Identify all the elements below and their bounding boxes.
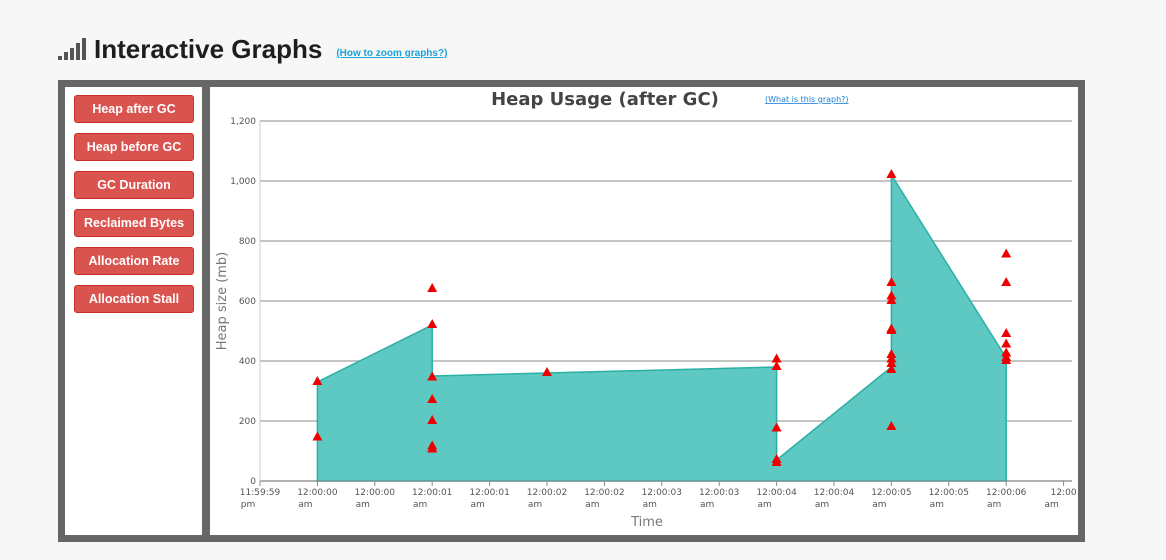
y-tick-label: 600 [239,297,256,307]
gc-marker [1001,248,1012,258]
x-tick-label: 12:00:05 [871,488,911,498]
page-title: Interactive Graphs [94,34,323,64]
y-tick-label: 200 [239,417,256,427]
x-tick-period: am [413,500,427,510]
x-tick-label: 12:00:01 [412,488,452,498]
y-axis-title: Heap size (mb) [215,252,230,351]
x-tick-label: 11:59:59 [240,488,281,498]
allocation-stall-button[interactable]: Allocation Stall [74,285,194,313]
y-axis-ticks: 0 200 400 600 800 1,000 1,200 [230,117,256,487]
x-tick-label: 12:00:04 [814,488,855,498]
heap-before-gc-button[interactable]: Heap before GC [74,133,194,161]
x-tick-label: 12:00:06 [986,488,1027,498]
y-tick-label: 1,000 [230,177,256,187]
chart-help-link[interactable]: (What is this graph?) [765,95,849,104]
gc-marker [427,283,438,292]
x-tick-period: am [815,500,829,510]
x-tick-label: 12:00 [1051,488,1077,498]
zoom-help-link[interactable]: (How to zoom graphs?) [336,48,447,59]
x-axis-title: Time [630,515,663,530]
heap-usage-chart: Heap Usage (after GC) (What is this grap… [210,87,1078,535]
y-tick-label: 1,200 [230,117,256,127]
x-tick-period: am [930,500,944,510]
graph-panel: Heap after GC Heap before GC GC Duration… [58,80,1085,542]
allocation-rate-button[interactable]: Allocation Rate [74,247,194,275]
gc-marker [427,319,438,328]
signal-bars-icon [58,36,86,60]
gc-duration-button[interactable]: GC Duration [74,171,194,199]
x-tick-period: am [470,500,484,510]
x-tick-period: am [757,500,771,510]
x-tick-label: 12:00:00 [355,488,396,498]
x-tick-label: 12:00:03 [699,488,739,498]
chart-svg: Heap Usage (after GC) (What is this grap… [215,89,1077,530]
x-tick-period: am [987,500,1001,510]
reclaimed-bytes-button[interactable]: Reclaimed Bytes [74,209,194,237]
x-tick-label: 12:00:04 [756,488,797,498]
x-tick-label: 12:00:05 [929,488,969,498]
y-tick-label: 0 [250,477,256,487]
x-tick-label: 12:00:02 [584,488,624,498]
x-tick-label: 12:00:02 [527,488,567,498]
x-tick-period: pm [241,500,255,510]
x-tick-period: am [1044,500,1058,510]
x-tick-period: am [585,500,599,510]
gc-marker [1001,328,1012,337]
x-tick-period: am [356,500,370,510]
gc-marker [1001,277,1012,286]
x-tick-label: 12:00:03 [642,488,682,498]
x-tick-period: am [872,500,886,510]
gc-marker [886,169,897,178]
gc-marker [542,367,552,376]
x-tick-label: 12:00:00 [297,488,338,498]
x-tick-period: am [528,500,542,510]
x-tick-period: am [298,500,312,510]
heap-area-series [316,172,1007,482]
x-tick-period: am [700,500,714,510]
heap-after-gc-button[interactable]: Heap after GC [74,95,194,123]
x-tick-period: am [643,500,657,510]
y-tick-label: 800 [239,237,256,247]
gc-marker [1001,338,1012,348]
x-tick-label: 12:00:01 [469,488,509,498]
graph-selector-sidebar: Heap after GC Heap before GC GC Duration… [65,87,202,535]
chart-title: Heap Usage (after GC) [491,89,719,110]
y-tick-label: 400 [239,357,256,367]
page-header: Interactive Graphs (How to zoom graphs?) [58,30,447,64]
